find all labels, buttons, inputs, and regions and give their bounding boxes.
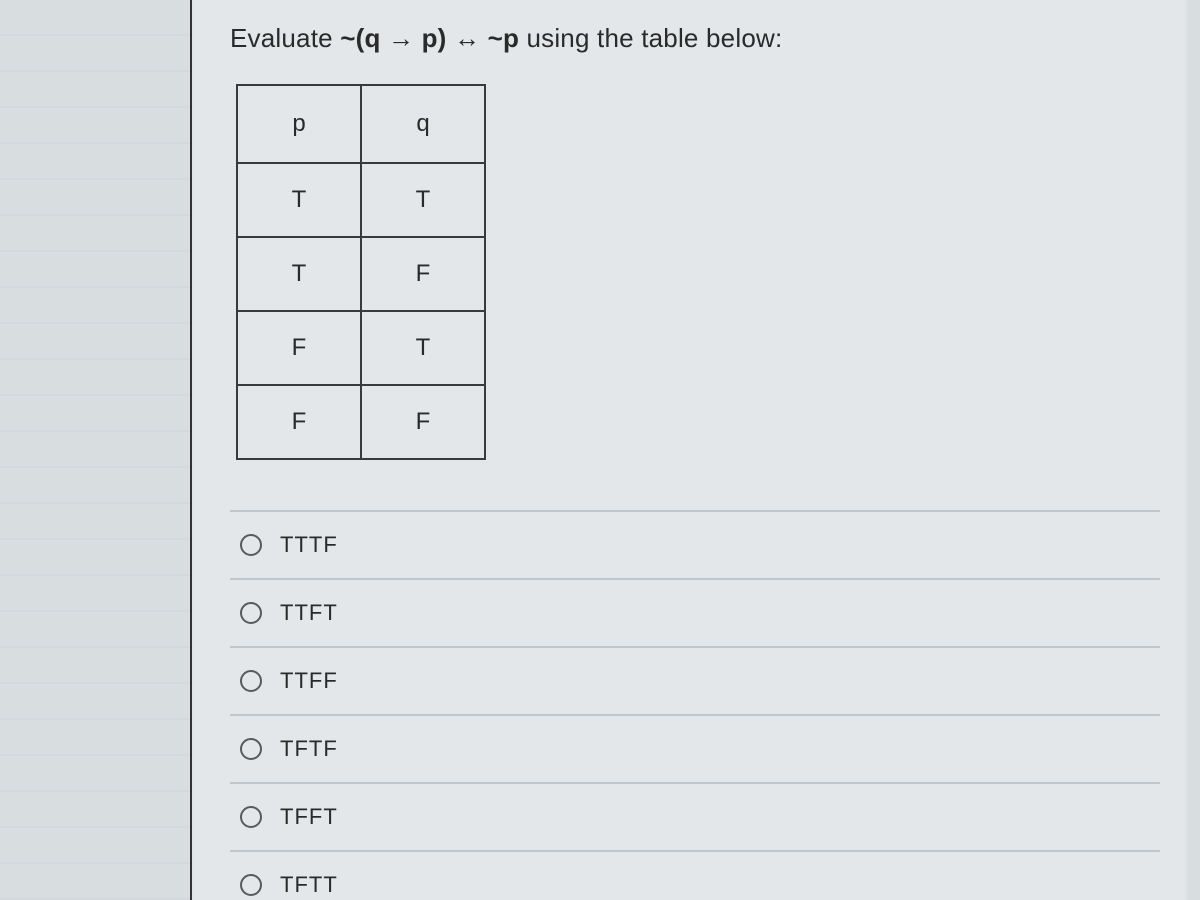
- table-cell: T: [361, 311, 485, 385]
- option-label: TFTF: [280, 736, 338, 762]
- option-tfft[interactable]: TFFT: [230, 784, 1160, 852]
- option-label: TTTF: [280, 532, 338, 558]
- table-header-row: p q: [237, 85, 485, 163]
- table-cell: F: [237, 385, 361, 459]
- page-gutter: [0, 0, 190, 900]
- table-row: T T: [237, 163, 485, 237]
- prompt-expression: ~(q → p) ↔ ~p: [340, 23, 519, 53]
- option-ttft[interactable]: TTFT: [230, 580, 1160, 648]
- table-row: F T: [237, 311, 485, 385]
- table-header-p: p: [237, 85, 361, 163]
- truth-table: p q T T T F F T F F: [236, 84, 486, 460]
- option-tftt[interactable]: TFTT: [230, 852, 1160, 900]
- table-row: F F: [237, 385, 485, 459]
- question-content: Evaluate ~(q → p) ↔ ~p using the table b…: [220, 10, 1170, 900]
- answer-options: TTTF TTFT TTFF TFTF TFFT TFTT: [230, 510, 1160, 900]
- prompt-suffix: using the table below:: [519, 23, 782, 53]
- table-cell: F: [361, 385, 485, 459]
- radio-icon: [240, 806, 262, 828]
- option-label: TFFT: [280, 804, 338, 830]
- prompt-prefix: Evaluate: [230, 23, 340, 53]
- radio-icon: [240, 602, 262, 624]
- question-prompt: Evaluate ~(q → p) ↔ ~p using the table b…: [230, 20, 1160, 56]
- table-cell: F: [237, 311, 361, 385]
- table-cell: T: [237, 163, 361, 237]
- option-tttf[interactable]: TTTF: [230, 512, 1160, 580]
- option-label: TFTT: [280, 872, 338, 898]
- quiz-viewport: Evaluate ~(q → p) ↔ ~p using the table b…: [0, 0, 1200, 900]
- radio-icon: [240, 534, 262, 556]
- table-cell: F: [361, 237, 485, 311]
- option-label: TTFF: [280, 668, 338, 694]
- option-tftf[interactable]: TFTF: [230, 716, 1160, 784]
- radio-icon: [240, 874, 262, 896]
- table-cell: T: [361, 163, 485, 237]
- option-label: TTFT: [280, 600, 338, 626]
- option-ttff[interactable]: TTFF: [230, 648, 1160, 716]
- radio-icon: [240, 670, 262, 692]
- table-row: T F: [237, 237, 485, 311]
- radio-icon: [240, 738, 262, 760]
- table-header-q: q: [361, 85, 485, 163]
- table-cell: T: [237, 237, 361, 311]
